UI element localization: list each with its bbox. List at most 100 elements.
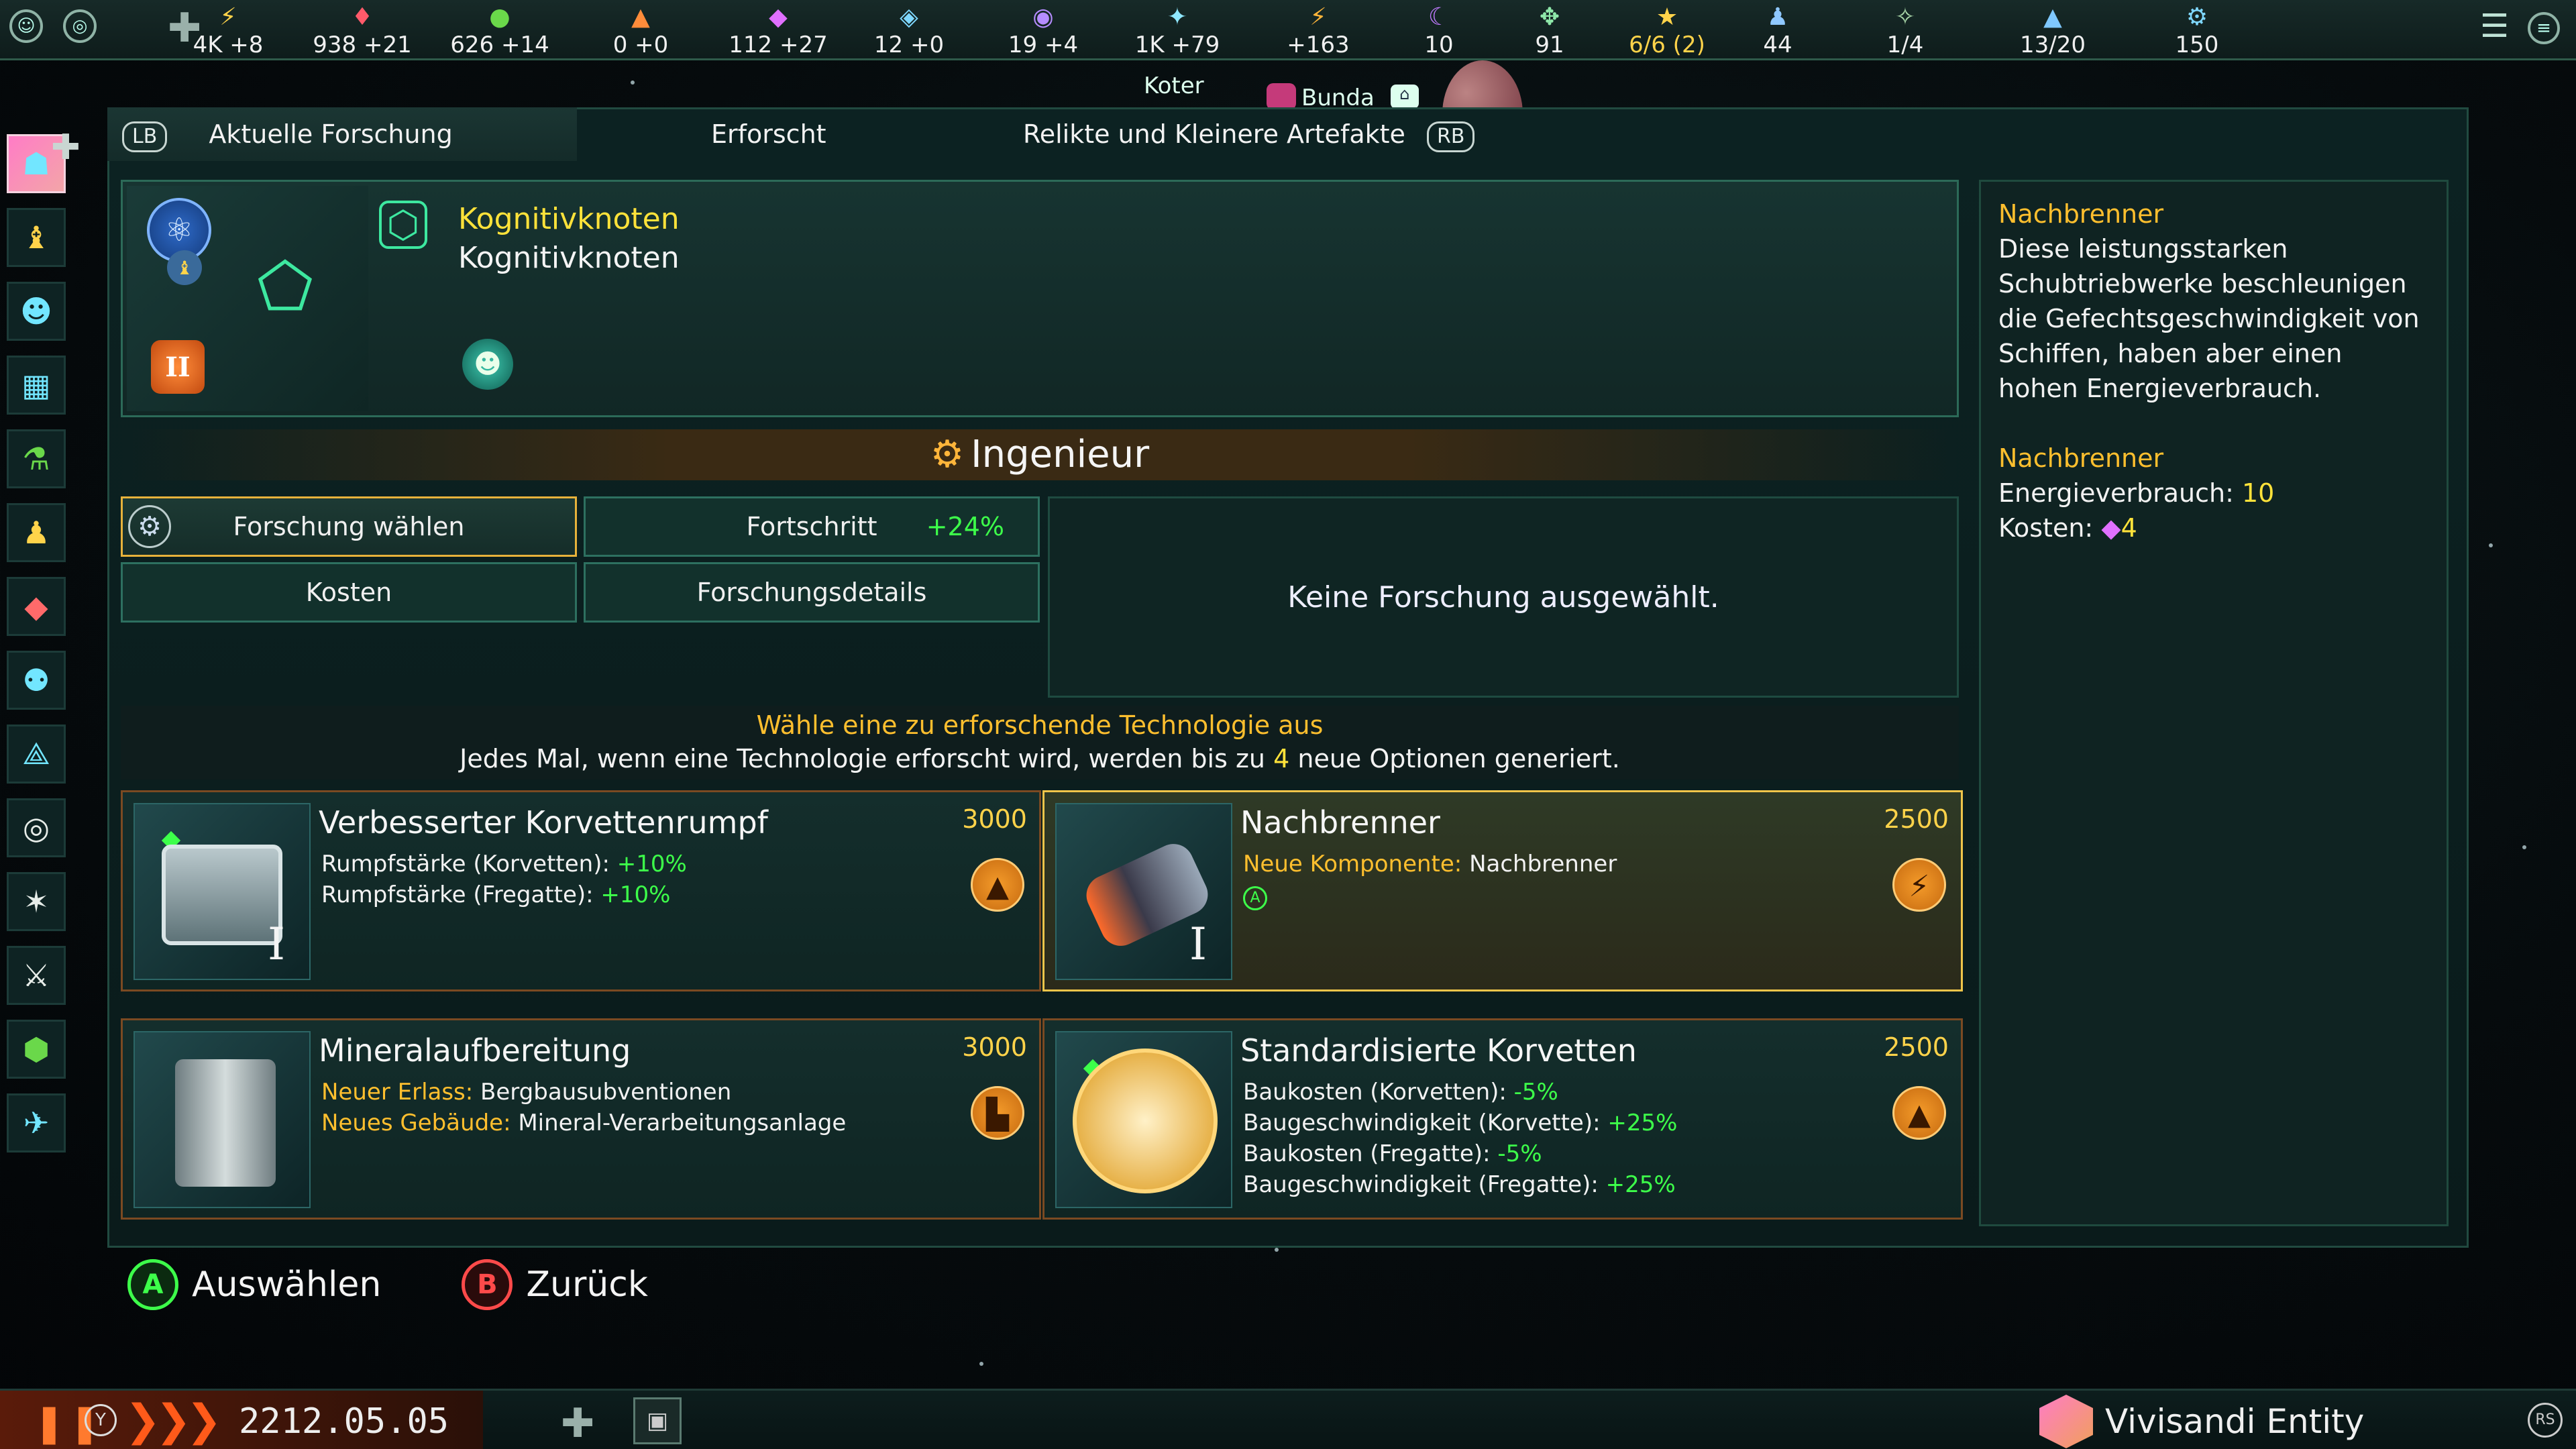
resource-item[interactable]: ☾ 10	[1382, 3, 1496, 58]
tech-image	[133, 1031, 311, 1208]
sidebar-item-species[interactable]: ☻	[7, 282, 66, 341]
tech-description-panel: Nachbrenner Diese leistungsstarken Schub…	[1979, 180, 2449, 1226]
star	[631, 80, 635, 85]
fleet-icon: ▲	[2043, 3, 2062, 31]
description-title: Nachbrenner	[1998, 199, 2164, 229]
contacts-icon[interactable]: ☺	[9, 9, 43, 43]
tier-label: I	[268, 918, 286, 970]
resource-item[interactable]: ★ 6/6 (2)	[1610, 3, 1724, 58]
choose-research-button[interactable]: ⚙ Forschung wählen	[121, 496, 577, 557]
sidebar-item-planets[interactable]: ▦	[7, 356, 66, 415]
empire-name-display[interactable]: Vivisandi Entity	[2039, 1395, 2364, 1448]
tech-effects: Neue Komponente: Nachbrenner A	[1243, 849, 1617, 910]
resource-value: 1K +79	[1134, 32, 1220, 58]
resource-item[interactable]: ⚡ +163	[1261, 3, 1375, 58]
tab-current-research[interactable]: LB Aktuelle Forschung	[107, 107, 577, 161]
effect-line: Neuer Erlass: Bergbausubventionen	[321, 1077, 846, 1108]
lb-button-icon[interactable]: LB	[122, 121, 168, 152]
sidebar-item-research[interactable]: ⚗	[7, 429, 66, 488]
tech-title: Standardisierte Korvetten	[1240, 1032, 1637, 1069]
current-research-panel: ⚛ ♝ ⬠ II ⬡ Kognitivknoten Kognitivknoten…	[121, 180, 1959, 417]
stat-label: Kosten:	[1998, 513, 2102, 543]
research-details-button[interactable]: Forschungsdetails	[584, 562, 1040, 623]
resource-item[interactable]: ✦ 1K +79	[1120, 3, 1234, 58]
menu-icon[interactable]: ☰	[2480, 9, 2509, 43]
effect-label: Neue Komponente:	[1243, 851, 1470, 877]
tab-researched[interactable]: Erforscht	[711, 107, 826, 161]
effect-line: Rumpfstärke (Fregatte): +10%	[321, 879, 687, 910]
select-action[interactable]: A Auswählen	[127, 1254, 381, 1315]
stability-icon: ✥	[1539, 3, 1560, 31]
left-sidebar: ✚ ☗ ♝ ☻ ▦ ⚗ ♟ ◆ ⚉ ⟁ ◎ ✶ ⚔ ⬢ ✈	[7, 127, 80, 1167]
stat-label: Energieverbrauch:	[1998, 478, 2242, 508]
resource-item[interactable]: ⚡ 4K +8	[171, 3, 285, 58]
sidebar-item-leaders[interactable]: ♟	[7, 503, 66, 562]
a-button-icon: A	[127, 1259, 178, 1310]
resource-item[interactable]: ⚙ 150	[2140, 3, 2254, 58]
progress-percent: +24%	[926, 512, 1004, 541]
sidebar-item-galaxy[interactable]: ◎	[7, 798, 66, 857]
sidebar-item-military[interactable]: ⚔	[7, 946, 66, 1005]
effect-label: Baukosten (Korvetten):	[1243, 1079, 1514, 1106]
hint-count: 4	[1273, 744, 1290, 773]
effect-line: Baukosten (Fregatte): -5%	[1243, 1138, 1677, 1169]
tech-card-mineral-processing[interactable]: Mineralaufbereitung 3000 Neuer Erlass: B…	[121, 1018, 1041, 1220]
hint-text: Jedes Mal, wenn eine Technologie erforsc…	[121, 742, 1959, 775]
food-icon: ●	[489, 3, 511, 31]
tech-cost: 3000	[962, 1032, 1027, 1062]
consumer-goods-icon: ▲	[631, 3, 650, 31]
rs-button-icon: RS	[2528, 1403, 2563, 1438]
tier-badge-label: II	[165, 351, 191, 383]
a-button-icon: A	[1243, 886, 1267, 910]
system-label-koter[interactable]: Koter	[1144, 72, 1204, 99]
tech-card-improved-corvette-hull[interactable]: I Verbesserter Korvettenrumpf 3000 Rumpf…	[121, 790, 1041, 991]
research-detail-panel: Keine Forschung ausgewählt.	[1048, 496, 1959, 698]
research-name: Kognitivknoten	[458, 241, 680, 275]
tab-relics[interactable]: Relikte und Kleinere Artefakte RB	[1023, 107, 1475, 161]
resource-item[interactable]: ✥ 91	[1493, 3, 1607, 58]
resource-value: 626 +14	[450, 32, 549, 58]
sidebar-item-policies[interactable]: ⟁	[7, 724, 66, 784]
effect-value: +10%	[600, 881, 671, 908]
tech-card-standardized-corvettes[interactable]: Standardisierte Korvetten 2500 Baukosten…	[1042, 1018, 1963, 1220]
tech-card-afterburners[interactable]: I Nachbrenner 2500 Neue Komponente: Nach…	[1042, 790, 1963, 991]
b-button-icon: B	[462, 1259, 513, 1310]
resource-item[interactable]: ◉ 19 +4	[986, 3, 1100, 58]
situation-log-icon[interactable]: ◎	[63, 9, 97, 43]
resource-item[interactable]: ▲ 13/20	[1996, 3, 2110, 58]
sidebar-item-traditions[interactable]: ◆	[7, 577, 66, 636]
sidebar-item-fleets[interactable]: ✈	[7, 1093, 66, 1152]
sidebar-item-diplomacy[interactable]: ⚉	[7, 651, 66, 710]
resource-item[interactable]: ✧ 1/4	[1848, 3, 1962, 58]
stopwatch-icon	[1073, 1049, 1218, 1193]
message-box-icon[interactable]: ▣	[633, 1397, 682, 1444]
energy-icon: ⚡	[219, 3, 237, 31]
tier-badge-icon: II	[151, 340, 205, 394]
star	[2522, 845, 2526, 849]
resource-item[interactable]: ♟ 44	[1721, 3, 1835, 58]
sidebar-item-ascension[interactable]: ✶	[7, 872, 66, 931]
energy-upkeep: Energieverbrauch: 10	[1998, 476, 2429, 511]
stat-value: 10	[2241, 478, 2275, 508]
button-label: Fortschritt	[746, 512, 877, 541]
resource-item[interactable]: ◈ 12 +0	[852, 3, 966, 58]
sidebar-item-resources[interactable]: ⬢	[7, 1020, 66, 1079]
outliner-icon[interactable]: ≡	[2528, 12, 2560, 44]
resource-item[interactable]: ◆ 112 +27	[721, 3, 835, 58]
resource-item[interactable]: ● 626 +14	[443, 3, 557, 58]
add-icon: ✚	[51, 127, 80, 168]
effect-value: +10%	[616, 851, 687, 877]
effect-label: Rumpfstärke (Fregatte):	[321, 881, 601, 908]
engineering-ships-icon: ▲	[971, 858, 1024, 912]
progress-button[interactable]: Fortschritt +24%	[584, 496, 1040, 557]
sidebar-item-government[interactable]: ♝	[7, 208, 66, 267]
resource-item[interactable]: ♦ 938 +21	[305, 3, 419, 58]
tech-node-icon: ⬠	[257, 249, 313, 324]
back-action[interactable]: B Zurück	[462, 1254, 648, 1315]
resource-item[interactable]: ▲ 0 +0	[584, 3, 698, 58]
engineering-industry-icon: ▙	[971, 1086, 1024, 1140]
rb-button-icon[interactable]: RB	[1426, 121, 1475, 152]
research-name-highlight: Kognitivknoten	[458, 202, 680, 236]
costs-button[interactable]: Kosten	[121, 562, 577, 623]
speed-arrows-icon[interactable]: ❯❯❯	[125, 1396, 222, 1446]
